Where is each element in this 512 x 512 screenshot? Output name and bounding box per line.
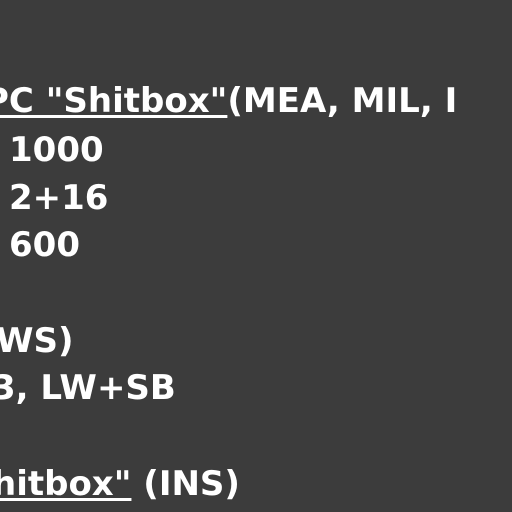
heading-rest-text: (MEA, MIL, I — [227, 81, 458, 121]
heading-line: PC "Shitbox"(MEA, MIL, I — [0, 84, 457, 118]
value-line-2: 2+16 — [9, 178, 109, 218]
text-line-5: WS) — [0, 321, 74, 361]
footer-line: hitbox" (INS) — [0, 467, 240, 501]
value-line-1: 1000 — [9, 130, 104, 170]
text-screen: PC "Shitbox"(MEA, MIL, I 1000 2+16 600 W… — [0, 0, 512, 512]
footer-rest-text: (INS) — [131, 464, 240, 504]
footer-underlined-text: hitbox" — [0, 464, 132, 504]
text-line-6: 3, LW+SB — [0, 368, 176, 408]
value-line-3: 600 — [9, 225, 80, 265]
heading-underlined-text: PC "Shitbox" — [0, 81, 228, 121]
